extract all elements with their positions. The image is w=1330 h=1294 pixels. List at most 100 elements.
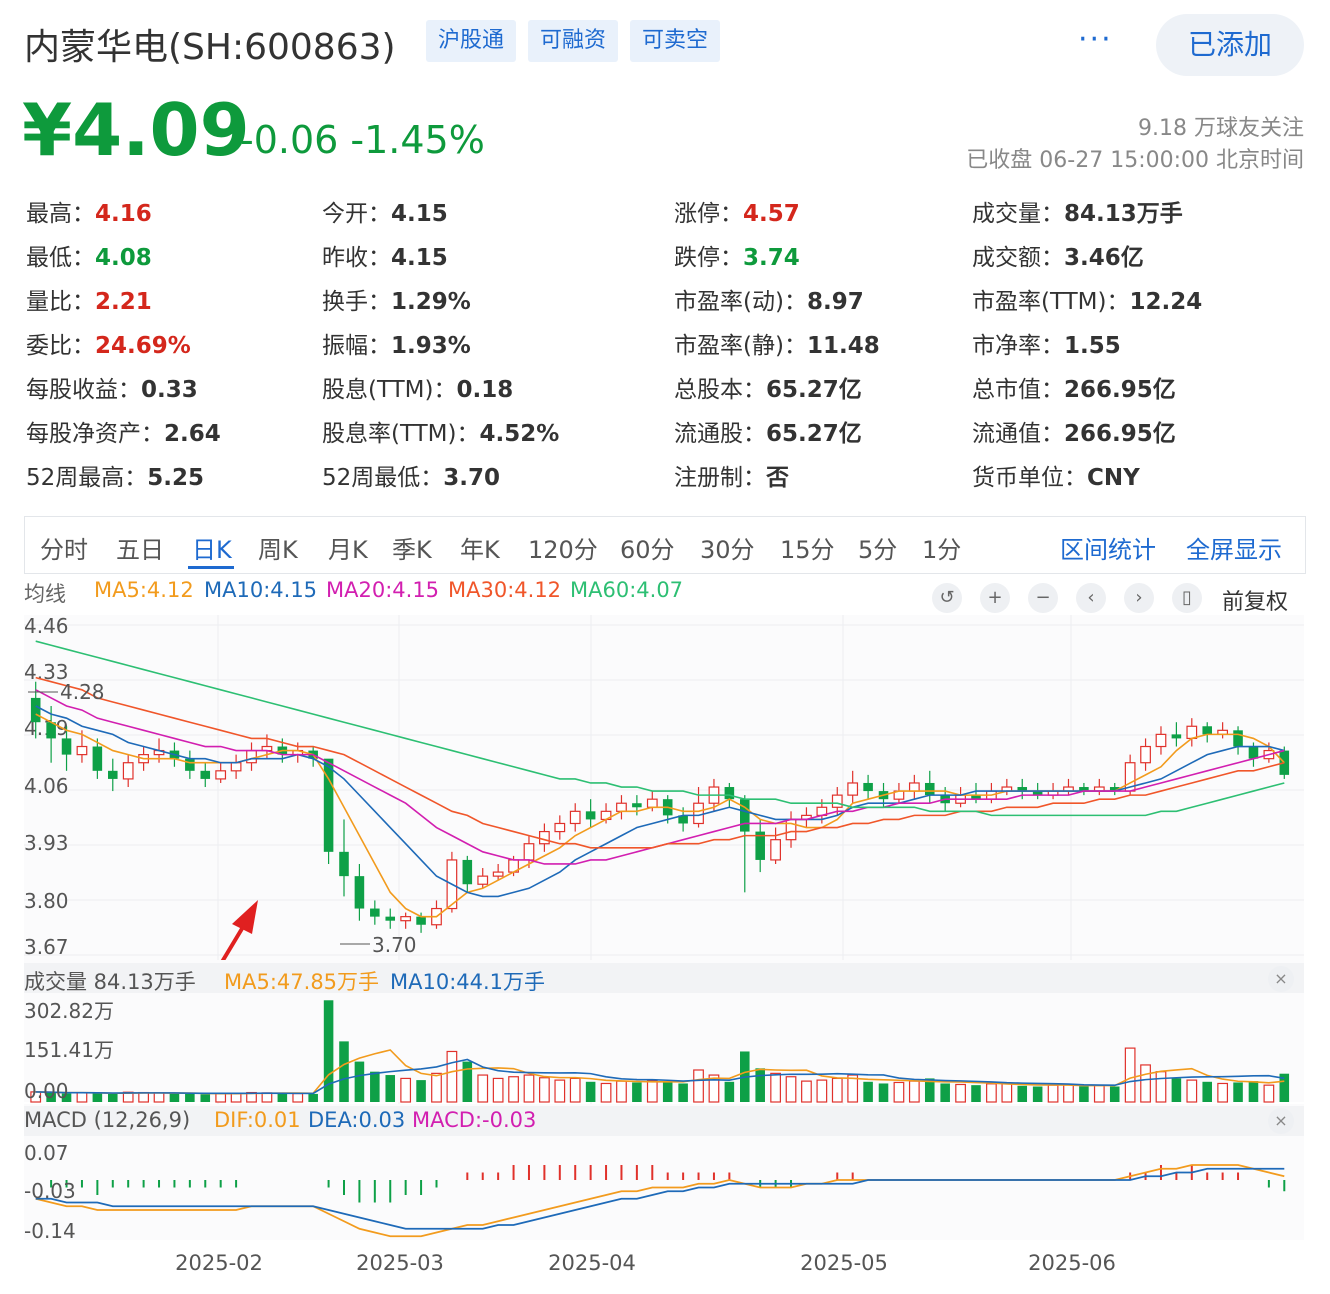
volume-bar — [646, 1079, 658, 1103]
candle-body — [1186, 725, 1198, 740]
volume-bar — [785, 1076, 797, 1103]
volume-bar — [678, 1083, 688, 1102]
volume-bar — [492, 1077, 504, 1103]
candle-body — [416, 916, 426, 925]
volume-bar — [1217, 1082, 1229, 1103]
candle-body — [831, 794, 843, 808]
volume-bar — [693, 1069, 704, 1103]
candle-body — [122, 762, 134, 780]
volume-bar — [292, 1092, 304, 1103]
candle-body — [908, 782, 920, 792]
volume-bar — [339, 1041, 349, 1102]
price-axis-tick: 4.06 — [24, 774, 69, 798]
volume-bar — [370, 1071, 380, 1102]
volume-bar — [1109, 1086, 1120, 1102]
volume-bar — [400, 1077, 412, 1103]
volume-bar — [893, 1081, 905, 1103]
low-annotation: 3.70 — [372, 933, 417, 957]
candle-body — [847, 782, 859, 796]
volume-axis-tick: 0.00 — [24, 1079, 69, 1103]
volume-bar — [354, 1061, 365, 1102]
high-annotation: 4.28 — [60, 680, 105, 704]
candle-body — [215, 770, 227, 780]
candle-body — [1233, 730, 1243, 747]
candle-body — [1155, 733, 1167, 748]
candle-body — [569, 810, 581, 825]
volume-bar — [153, 1092, 165, 1103]
candle-body — [1171, 734, 1182, 739]
candle-body — [492, 871, 504, 877]
volume-header-bg — [24, 963, 1304, 993]
close-volume-icon[interactable]: × — [1268, 966, 1294, 992]
candle-body — [785, 818, 797, 841]
candle-body — [539, 830, 550, 845]
volume-bar — [908, 1080, 920, 1103]
macd-label: MACD (12,26,9) — [24, 1108, 191, 1132]
volume-bar — [632, 1082, 642, 1102]
volume-bar — [477, 1074, 489, 1103]
candle-body — [354, 876, 365, 909]
candle-body — [770, 839, 781, 861]
volume-bar — [108, 1093, 118, 1102]
candle-body — [863, 782, 873, 792]
volume-bar — [863, 1081, 873, 1102]
volume-bar — [940, 1083, 950, 1102]
volume-bar — [215, 1092, 227, 1103]
volume-bar — [662, 1081, 673, 1102]
volume-bar — [169, 1093, 180, 1102]
candle-body — [462, 859, 473, 885]
volume-bar — [92, 1093, 103, 1102]
candle-body — [1202, 726, 1212, 735]
volume-bar — [986, 1083, 997, 1103]
volume-bar — [446, 1050, 458, 1103]
volume-bar — [569, 1077, 581, 1103]
macd-value: MACD:-0.03 — [412, 1108, 537, 1132]
price-axis-tick: 3.67 — [24, 935, 69, 959]
macd-dif: DIF:0.01 — [214, 1108, 301, 1132]
volume-bar — [200, 1094, 211, 1102]
candle-body — [477, 875, 489, 885]
volume-bar — [1186, 1079, 1198, 1103]
volume-bar — [1202, 1081, 1212, 1102]
volume-bar — [1017, 1085, 1028, 1102]
candle-body — [92, 746, 103, 771]
candle-body — [200, 770, 211, 779]
candle-body — [400, 916, 412, 922]
volume-bar — [878, 1083, 889, 1102]
x-axis-label: 2025-04 — [548, 1251, 636, 1275]
volume-bar — [770, 1072, 781, 1103]
volume-bar — [385, 1075, 396, 1102]
volume-bar — [523, 1074, 535, 1103]
candle-body — [1248, 746, 1259, 759]
volume-bar — [462, 1061, 473, 1102]
price-axis-tick: 3.93 — [24, 831, 69, 855]
volume-bar — [1063, 1083, 1074, 1103]
x-axis-label: 2025-05 — [800, 1251, 888, 1275]
volume-bar — [1079, 1086, 1089, 1102]
close-macd-icon[interactable]: × — [1268, 1108, 1294, 1134]
volume-bar — [955, 1083, 966, 1103]
volume-bar — [185, 1093, 195, 1102]
volume-bar — [1093, 1084, 1105, 1103]
volume-bar — [76, 1092, 88, 1103]
candle-body — [30, 697, 41, 723]
candle-body — [693, 802, 704, 825]
volume-bar — [600, 1082, 612, 1103]
candle-body — [385, 916, 396, 921]
volume-bar — [1171, 1078, 1182, 1102]
kline-chart[interactable]: 4.464.334.194.063.933.803.674.283.70302.… — [0, 0, 1330, 1294]
candle-body — [370, 908, 380, 917]
volume-bar — [1047, 1084, 1059, 1103]
candle-body — [339, 851, 349, 877]
candle-body — [246, 749, 257, 764]
candle-body — [1140, 745, 1151, 764]
volume-bar — [539, 1077, 550, 1103]
volume-bar — [831, 1077, 843, 1103]
volume-bar — [230, 1092, 242, 1103]
volume-bar — [1001, 1082, 1013, 1103]
volume-bar — [724, 1081, 735, 1102]
volume-bar — [1140, 1064, 1151, 1103]
candle-body — [632, 803, 642, 808]
candle-body — [76, 745, 88, 756]
candle-body — [523, 843, 535, 861]
